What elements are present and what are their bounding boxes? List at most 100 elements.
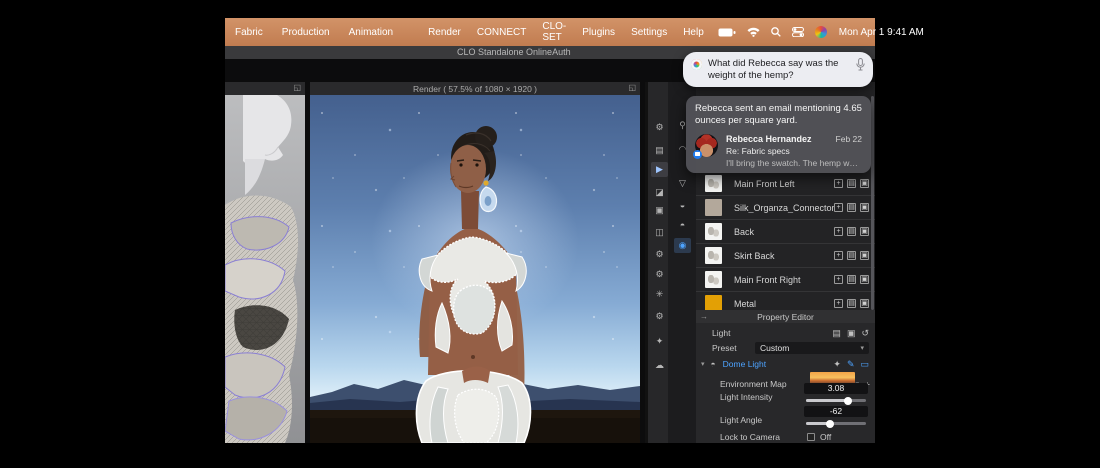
fabric-thumbnail xyxy=(705,199,722,216)
screen: Fabric Production Animation Render CONNE… xyxy=(0,0,1100,468)
bulb-icon[interactable]: ✦ xyxy=(833,359,841,370)
copy-icon[interactable]: ▣ xyxy=(860,251,869,260)
email-preview-text: I'll bring the swatch. The hemp weighs… xyxy=(726,158,862,169)
copy-icon[interactable]: ▣ xyxy=(860,275,869,284)
dome-light-camera-icon[interactable]: ◉ xyxy=(674,238,691,253)
property-editor-header: → Property Editor xyxy=(696,310,875,323)
menu-plugins[interactable]: Plugins xyxy=(582,27,615,38)
add-icon[interactable]: + xyxy=(834,179,843,188)
assistant-icon xyxy=(691,59,702,70)
menu-animation[interactable]: Animation xyxy=(349,27,393,38)
cloud-render-icon[interactable]: ☁ xyxy=(651,358,668,373)
screen-icon[interactable]: ▭ xyxy=(860,359,869,370)
light-settings-icon[interactable]: ✳ xyxy=(651,287,668,302)
object-row-main-front-right[interactable]: Main Front Right +▤▣ xyxy=(696,268,875,292)
menu-render[interactable]: Render xyxy=(428,27,461,38)
assistant-response-card: Rebecca sent an email mentioning 4.65 ou… xyxy=(686,96,871,173)
menu-clo-set[interactable]: CLO-SET xyxy=(542,21,566,43)
garment-3d-view[interactable] xyxy=(225,95,305,443)
menu-connect[interactable]: CONNECT xyxy=(477,27,526,38)
dome-icon[interactable]: ◓ xyxy=(674,218,691,233)
add-icon[interactable]: + xyxy=(834,299,843,308)
gear-a-icon[interactable]: ⚙ xyxy=(651,247,668,262)
menubar-clock[interactable]: Mon Apr 1 9:41 AM xyxy=(839,27,924,38)
copy-icon[interactable]: ▣ xyxy=(860,299,869,308)
copy-icon[interactable]: ▣ xyxy=(860,227,869,236)
fabric-thumbnail xyxy=(705,175,722,192)
render-queue-icon[interactable]: ▤ xyxy=(651,143,668,158)
dome-light-label: Dome Light xyxy=(723,359,766,369)
environment-map-label: Environment Map xyxy=(720,379,787,389)
preset-dropdown[interactable]: Custom ▾ xyxy=(755,342,869,354)
image-small-icon[interactable]: ▣ xyxy=(651,203,668,218)
layout-icon[interactable]: ▤ xyxy=(847,275,856,284)
lock-to-camera-value: Off xyxy=(820,432,831,442)
render-settings-icon[interactable]: ⚙ xyxy=(651,120,668,135)
hemisphere-icon[interactable]: ◒ xyxy=(674,198,691,213)
dome-light-row[interactable]: ▾ ◓ Dome Light ✦ ✎ ▭ xyxy=(696,358,875,370)
object-row-label: Back xyxy=(734,227,834,237)
intensity-slider[interactable] xyxy=(806,399,866,402)
layout-icon[interactable]: ▤ xyxy=(847,203,856,212)
angle-slider[interactable] xyxy=(806,422,866,425)
layout-icon[interactable]: ▤ xyxy=(847,179,856,188)
wifi-icon[interactable] xyxy=(747,27,760,37)
add-icon[interactable]: + xyxy=(834,251,843,260)
menu-help[interactable]: Help xyxy=(683,27,704,38)
light-angle-label: Light Angle xyxy=(720,415,762,425)
status-icons xyxy=(718,26,827,38)
add-icon[interactable]: + xyxy=(834,275,843,284)
preset-row: Preset Custom ▾ xyxy=(696,342,875,354)
undo-icon[interactable]: ↺ xyxy=(861,328,869,339)
image-icon[interactable]: ◪ xyxy=(651,185,668,200)
gear-film-icon[interactable]: ⚙ xyxy=(651,309,668,324)
menu-fabric[interactable]: Fabric xyxy=(235,27,263,38)
detach-icon[interactable]: ◱ xyxy=(628,83,636,92)
battery-icon[interactable] xyxy=(718,28,736,37)
spotlight-icon[interactable]: ▽ xyxy=(674,176,691,191)
object-row-label: Main Front Left xyxy=(734,179,834,189)
render-view-header: Render ( 57.5% of 1080 × 1920 ) ◱ xyxy=(310,82,640,95)
save-icon[interactable]: ▣ xyxy=(847,328,856,339)
microphone-icon[interactable] xyxy=(856,58,865,71)
folder-icon[interactable]: ▤ xyxy=(832,328,841,339)
image-sequence-icon[interactable]: ◫ xyxy=(651,225,668,240)
collapse-arrow-icon[interactable]: ▾ xyxy=(701,360,705,368)
object-row-main-front-left[interactable]: Main Front Left + ▤ ▣ xyxy=(696,172,875,196)
control-center-icon[interactable] xyxy=(792,27,804,37)
assistant-app-icon[interactable] xyxy=(815,26,827,38)
object-row-skirt-back[interactable]: Skirt Back +▤▣ xyxy=(696,244,875,268)
scrollbar[interactable] xyxy=(871,96,874,310)
gear-b-icon[interactable]: ⚙ xyxy=(651,267,668,282)
copy-icon[interactable]: ▣ xyxy=(860,203,869,212)
brush-icon[interactable]: ✎ xyxy=(847,359,855,370)
add-icon[interactable]: + xyxy=(834,203,843,212)
lock-to-camera-checkbox[interactable] xyxy=(807,433,815,441)
lock-to-camera-label: Lock to Camera xyxy=(720,432,780,442)
layout-icon[interactable]: ▤ xyxy=(847,299,856,308)
mail-badge-icon xyxy=(693,150,702,159)
layout-icon[interactable]: ▤ xyxy=(847,227,856,236)
add-icon[interactable]: + xyxy=(834,227,843,236)
copy-icon[interactable]: ▣ xyxy=(860,179,869,188)
macos-menu-bar: Fabric Production Animation Render CONNE… xyxy=(225,18,875,46)
layout-icon[interactable]: ▤ xyxy=(847,251,856,260)
clo-app-window: Fabric Production Animation Render CONNE… xyxy=(225,18,875,443)
fabric-thumbnail xyxy=(705,271,722,288)
light-section-row: Light ▤ ▣ ↺ xyxy=(696,327,875,339)
menu-production[interactable]: Production xyxy=(282,27,330,38)
render-video-icon[interactable]: ▶ xyxy=(651,162,668,177)
left-view-header: ◱ xyxy=(225,82,305,95)
menu-settings[interactable]: Settings xyxy=(631,27,667,38)
magic-wand-icon[interactable]: ✦ xyxy=(651,334,668,349)
object-row-silk-organza[interactable]: Silk_Organza_Connector +▤▣ xyxy=(696,196,875,220)
search-icon[interactable] xyxy=(771,27,781,37)
render-3d-view[interactable] xyxy=(310,95,640,443)
object-row-back[interactable]: Back + ▤ ▣ xyxy=(696,220,875,244)
email-preview[interactable]: Rebecca Hernandez Feb 22 Re: Fabric spec… xyxy=(695,134,862,170)
detach-icon[interactable]: ◱ xyxy=(293,83,301,92)
email-sender: Rebecca Hernandez xyxy=(726,134,812,146)
assistant-query-bubble[interactable]: What did Rebecca say was the weight of t… xyxy=(683,52,873,87)
property-editor: → Property Editor Light ▤ ▣ ↺ Preset Cus… xyxy=(696,310,875,443)
dock-arrow-icon[interactable]: → xyxy=(700,312,708,321)
